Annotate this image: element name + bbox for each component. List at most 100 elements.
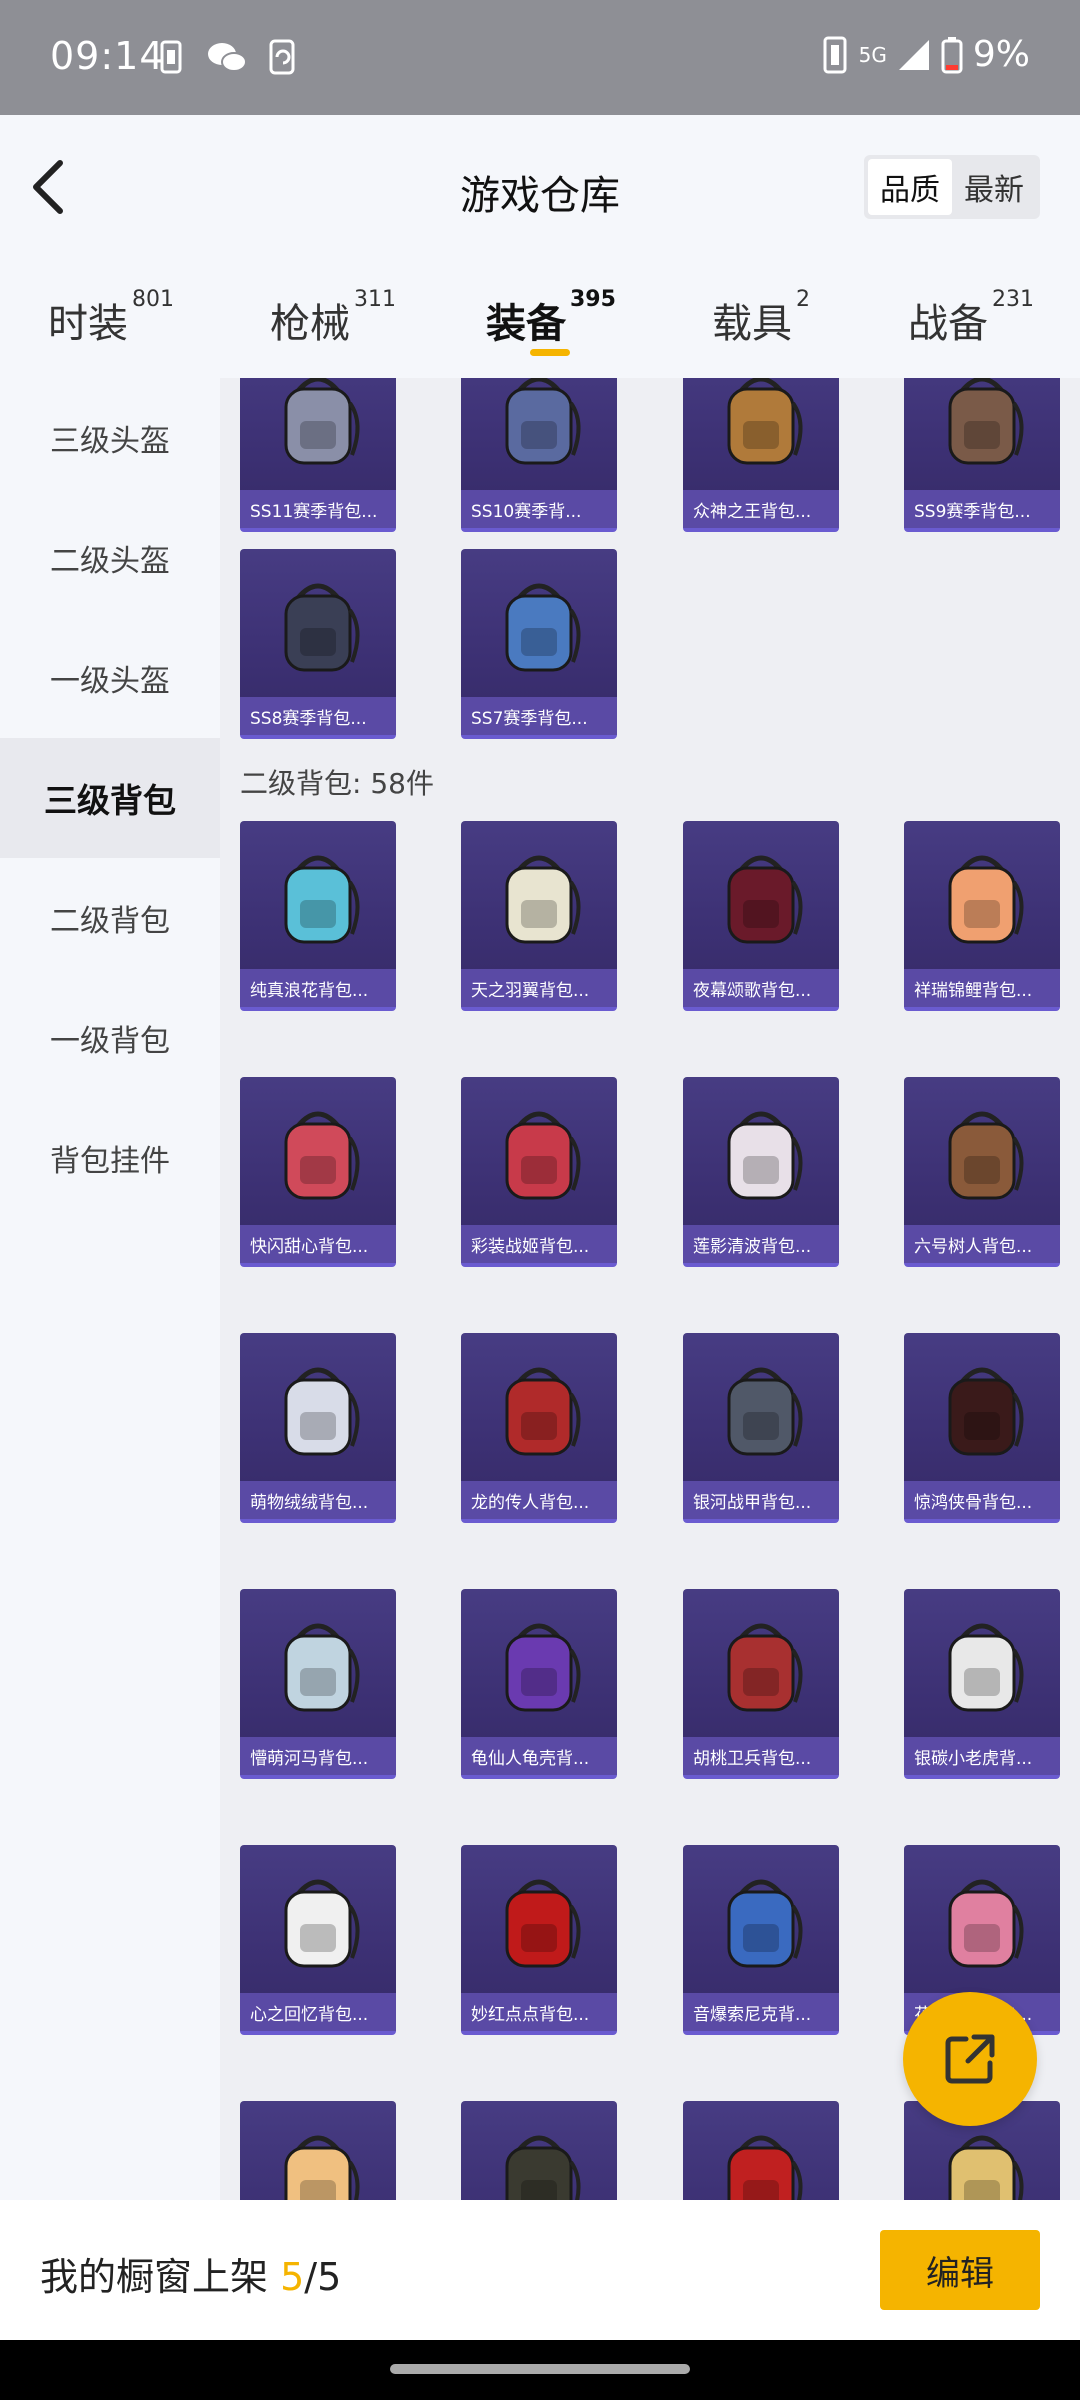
backpack-image — [461, 2101, 617, 2200]
sidebar-item-level3-helmet[interactable]: 三级头盔 — [0, 378, 220, 498]
sidebar-item-level1-helmet[interactable]: 一级头盔 — [0, 618, 220, 738]
home-indicator[interactable] — [390, 2364, 690, 2374]
phone-sync-icon — [269, 39, 295, 75]
shelf-total: /5 — [304, 2255, 342, 2299]
item-card-level2-11[interactable]: 银河战甲背包... — [683, 1333, 839, 1523]
item-card-level2-7[interactable]: 莲影清波背包... — [683, 1077, 839, 1267]
item-card-level3-5[interactable]: SS8赛季背包... — [240, 549, 396, 739]
item-card-level2-21[interactable] — [240, 2101, 396, 2200]
item-card-level3-3[interactable]: 众神之王背包... — [683, 378, 839, 532]
tab-label: 战备 — [908, 301, 988, 347]
item-card-level2-23[interactable] — [683, 2101, 839, 2200]
backpack-image — [240, 378, 396, 494]
item-card-level2-12[interactable]: 惊鸿侠骨背包... — [904, 1333, 1060, 1523]
item-card-level2-9[interactable]: 萌物绒绒背包... — [240, 1333, 396, 1523]
item-card-level2-18[interactable]: 妙红点点背包... — [461, 1845, 617, 2035]
battery-percent: 9% — [972, 34, 1030, 75]
backpack-image — [461, 378, 617, 494]
item-card-level3-4[interactable]: SS9赛季背包... — [904, 378, 1060, 532]
item-card-level3-1[interactable]: SS11赛季背包... — [240, 378, 396, 532]
backpack-image — [904, 1845, 1060, 1997]
tab-fashion[interactable]: 时装801 — [48, 287, 174, 349]
item-card-level2-2[interactable]: 天之羽翼背包... — [461, 821, 617, 1011]
status-time: 09:14 — [50, 34, 165, 78]
sort-toggle: 品质 最新 — [864, 155, 1040, 219]
tab-equipment[interactable]: 装备395 — [486, 287, 616, 349]
item-name: 胡桃卫兵背包... — [683, 1737, 839, 1775]
item-name: 祥瑞锦鲤背包... — [904, 969, 1060, 1007]
item-card-level2-14[interactable]: 龟仙人龟壳背... — [461, 1589, 617, 1779]
item-card-level3-2[interactable]: SS10赛季背... — [461, 378, 617, 532]
item-card-level2-6[interactable]: 彩装战姬背包... — [461, 1077, 617, 1267]
sidebar: 三级头盔 二级头盔 一级头盔 三级背包 二级背包 一级背包 背包挂件 — [0, 378, 220, 2200]
vibrate-icon — [823, 36, 847, 73]
item-name: 银碳小老虎背... — [904, 1737, 1060, 1775]
tab-label: 枪械 — [270, 301, 350, 347]
sort-quality-button[interactable]: 品质 — [868, 159, 952, 215]
item-card-level2-19[interactable]: 音爆索尼克背... — [683, 1845, 839, 2035]
item-card-level2-4[interactable]: 祥瑞锦鲤背包... — [904, 821, 1060, 1011]
battery-icon — [941, 36, 963, 73]
status-bar: 09:14 5G 9% — [0, 0, 1080, 115]
item-name: SS10赛季背... — [461, 490, 617, 528]
shelf-status: 我的橱窗上架 5/5 — [40, 2246, 341, 2301]
share-button[interactable] — [903, 1992, 1037, 2126]
sidebar-item-backpack-charm[interactable]: 背包挂件 — [0, 1098, 220, 1218]
item-name: 众神之王背包... — [683, 490, 839, 528]
backpack-image — [683, 378, 839, 494]
item-name: SS11赛季背包... — [240, 490, 396, 528]
item-name: 纯真浪花背包... — [240, 969, 396, 1007]
backpack-image — [461, 1589, 617, 1741]
sidebar-item-level1-backpack[interactable]: 一级背包 — [0, 978, 220, 1098]
backpack-image — [461, 1333, 617, 1485]
backpack-image — [240, 549, 396, 701]
backpack-image — [683, 1845, 839, 1997]
item-card-level2-1[interactable]: 纯真浪花背包... — [240, 821, 396, 1011]
sidebar-item-level2-backpack[interactable]: 二级背包 — [0, 858, 220, 978]
backpack-image — [461, 1845, 617, 1997]
item-name: 莲影清波背包... — [683, 1225, 839, 1263]
network-type: 5G — [858, 42, 887, 67]
item-card-level2-5[interactable]: 快闪甜心背包... — [240, 1077, 396, 1267]
backpack-image — [461, 821, 617, 973]
backpack-image — [904, 821, 1060, 973]
item-card-level2-10[interactable]: 龙的传人背包... — [461, 1333, 617, 1523]
backpack-image — [683, 1077, 839, 1229]
status-right: 5G 9% — [821, 34, 1030, 75]
item-card-level2-15[interactable]: 胡桃卫兵背包... — [683, 1589, 839, 1779]
item-card-level3-6[interactable]: SS7赛季背包... — [461, 549, 617, 739]
item-card-level2-22[interactable] — [461, 2101, 617, 2200]
item-name: 妙红点点背包... — [461, 1993, 617, 2031]
backpack-image — [904, 1077, 1060, 1229]
tab-count: 801 — [132, 287, 174, 312]
tab-guns[interactable]: 枪械311 — [270, 287, 396, 349]
backpack-image — [240, 821, 396, 973]
item-name: 懵萌河马背包... — [240, 1737, 396, 1775]
system-nav-bar — [0, 2340, 1080, 2400]
sort-newest-button[interactable]: 最新 — [952, 159, 1036, 215]
wechat-icon — [208, 43, 247, 72]
item-card-level2-8[interactable]: 六号树人背包... — [904, 1077, 1060, 1267]
category-tabs: 时装801 枪械311 装备395 载具2 战备231 — [0, 263, 1080, 378]
edit-button[interactable]: 编辑 — [880, 2230, 1040, 2310]
sidebar-item-level3-backpack[interactable]: 三级背包 — [0, 738, 220, 858]
item-card-level2-17[interactable]: 心之回忆背包... — [240, 1845, 396, 2035]
item-name: 音爆索尼克背... — [683, 1993, 839, 2031]
item-name: 心之回忆背包... — [240, 1993, 396, 2031]
section-label-level2-backpack: 二级背包: 58件 — [240, 767, 434, 800]
tab-count: 231 — [992, 287, 1034, 312]
item-name: SS9赛季背包... — [904, 490, 1060, 528]
item-card-level2-13[interactable]: 懵萌河马背包... — [240, 1589, 396, 1779]
tab-vehicles[interactable]: 载具2 — [712, 287, 810, 349]
item-name: 银河战甲背包... — [683, 1481, 839, 1519]
signal-icon — [898, 39, 929, 70]
shelf-label: 我的橱窗上架 — [40, 2255, 269, 2299]
sidebar-item-level2-helmet[interactable]: 二级头盔 — [0, 498, 220, 618]
item-name: 萌物绒绒背包... — [240, 1481, 396, 1519]
active-tab-indicator — [530, 349, 570, 356]
sim-icon — [160, 40, 182, 74]
item-card-level2-16[interactable]: 银碳小老虎背... — [904, 1589, 1060, 1779]
item-card-level2-3[interactable]: 夜幕颂歌背包... — [683, 821, 839, 1011]
backpack-image — [904, 1333, 1060, 1485]
tab-supplies[interactable]: 战备231 — [908, 287, 1034, 349]
